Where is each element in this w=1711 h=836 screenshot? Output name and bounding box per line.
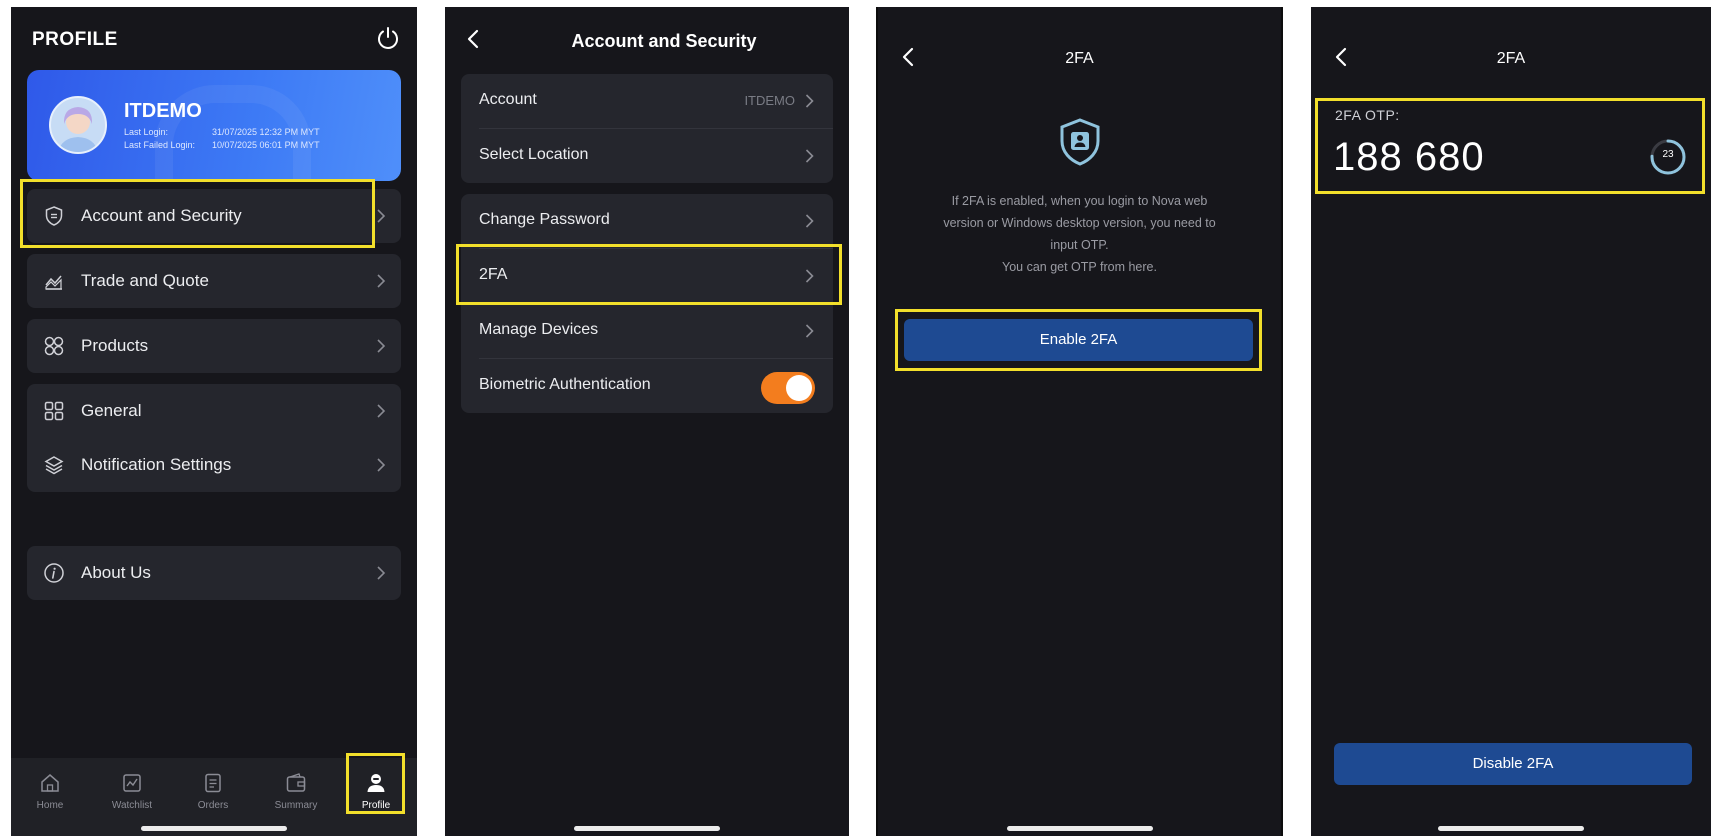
orders-icon <box>205 773 221 793</box>
menu-item-select-location[interactable]: Select Location <box>461 129 833 183</box>
disable-2fa-button[interactable]: Disable 2FA <box>1334 743 1692 785</box>
security-card: Change Password 2FA Manage Devices Biome… <box>461 194 833 413</box>
account-security-screen: Account and Security Account ITDEMO Sele… <box>445 7 849 836</box>
trade-quote-card: Trade and Quote <box>27 254 401 308</box>
watchlist-icon <box>123 774 141 792</box>
profile-screen: PROFILE ITDEMO Last Login: 31/07/2025 12:… <box>11 7 417 836</box>
account-card: Account ITDEMO Select Location <box>461 74 833 183</box>
menu-item-about-us[interactable]: About Us <box>27 546 401 600</box>
info-icon <box>44 563 64 583</box>
shield-user-icon <box>1060 118 1099 166</box>
menu-label: Select Location <box>479 146 589 163</box>
menu-item-trade-quote[interactable]: Trade and Quote <box>27 254 401 308</box>
home-indicator <box>1438 826 1584 831</box>
power-icon[interactable] <box>375 25 401 51</box>
wallet-icon <box>286 773 306 792</box>
chevron-right-icon <box>377 274 386 288</box>
menu-item-manage-devices[interactable]: Manage Devices <box>461 304 833 358</box>
chevron-right-icon <box>805 149 814 163</box>
menu-item-notification-settings[interactable]: Notification Settings <box>27 438 401 492</box>
chevron-right-icon <box>377 209 386 223</box>
chevron-right-icon <box>805 94 814 108</box>
menu-label: 2FA <box>479 266 508 283</box>
tab-watchlist[interactable]: Watchlist <box>102 766 162 811</box>
chevron-right-icon <box>377 566 386 580</box>
menu-item-biometric: Biometric Authentication <box>461 359 833 413</box>
shield-icon <box>45 206 63 226</box>
last-login: Last Login: 31/07/2025 12:32 PM MYT <box>124 127 320 137</box>
home-indicator <box>1006 826 1153 831</box>
tab-profile[interactable]: Profile <box>346 766 406 811</box>
home-indicator <box>574 826 720 831</box>
chevron-right-icon <box>805 269 814 283</box>
chart-line-icon <box>45 275 62 290</box>
last-failed-login: Last Failed Login: 10/07/2025 06:01 PM MY… <box>124 140 320 150</box>
products-icon <box>44 336 64 356</box>
menu-label: Biometric Authentication <box>479 376 651 393</box>
menu-item-account-security[interactable]: Account and Security <box>27 189 401 243</box>
menu-label: Products <box>81 336 149 355</box>
menu-item-account[interactable]: Account ITDEMO <box>461 74 833 128</box>
otp-countdown: 23 <box>1649 138 1687 176</box>
chevron-right-icon <box>805 214 814 228</box>
menu-label: Manage Devices <box>479 321 599 338</box>
otp-label: 2FA OTP: <box>1335 107 1400 123</box>
menu-item-change-password[interactable]: Change Password <box>461 194 833 248</box>
otp-code: 188 680 <box>1333 135 1485 179</box>
chevron-right-icon <box>377 404 386 418</box>
twofa-otp-screen: 2FA 2FA OTP: 188 680 23 Disable 2FA <box>1311 7 1711 836</box>
account-security-card: Account and Security <box>27 189 401 243</box>
tab-summary[interactable]: Summary <box>266 766 326 811</box>
menu-label: Account and Security <box>81 206 242 225</box>
bottom-tab-bar: Home Watchlist Orders Summary Profile <box>11 758 417 836</box>
page-title: PROFILE <box>32 29 118 50</box>
menu-label: About Us <box>81 563 151 582</box>
chevron-right-icon <box>377 339 386 353</box>
general-card: General Notification Settings <box>27 384 401 492</box>
layers-icon <box>44 456 64 475</box>
about-card: About Us <box>27 546 401 600</box>
home-indicator <box>141 826 287 831</box>
menu-label: Change Password <box>479 211 610 228</box>
menu-label: General <box>81 401 142 420</box>
chevron-right-icon <box>805 324 814 338</box>
account-value: ITDEMO <box>744 93 795 108</box>
tab-orders[interactable]: Orders <box>183 766 243 811</box>
twofa-info-text: If 2FA is enabled, when you login to Nov… <box>943 194 1216 274</box>
menu-item-2fa[interactable]: 2FA <box>461 249 833 303</box>
page-title: Account and Security <box>571 31 757 51</box>
grid-icon <box>44 401 64 421</box>
menu-label: Notification Settings <box>81 455 232 474</box>
chevron-right-icon <box>377 458 386 472</box>
home-icon <box>41 774 59 792</box>
twofa-enable-screen: 2FA If 2FA is enabled, when you login to… <box>876 7 1283 836</box>
profile-card[interactable]: ITDEMO Last Login: 31/07/2025 12:32 PM MY… <box>27 70 401 181</box>
products-card: Products <box>27 319 401 373</box>
page-title: 2FA <box>1496 50 1526 67</box>
menu-label: Trade and Quote <box>81 271 209 290</box>
enable-2fa-button[interactable]: Enable 2FA <box>904 319 1253 361</box>
profile-icon <box>367 774 385 792</box>
avatar <box>49 96 107 154</box>
username: ITDEMO <box>124 100 202 122</box>
menu-item-general[interactable]: General <box>27 384 401 438</box>
menu-item-products[interactable]: Products <box>27 319 401 373</box>
tab-home[interactable]: Home <box>20 766 80 811</box>
biometric-toggle[interactable] <box>761 372 815 404</box>
page-title: 2FA <box>1065 50 1094 67</box>
menu-label: Account <box>479 91 537 108</box>
